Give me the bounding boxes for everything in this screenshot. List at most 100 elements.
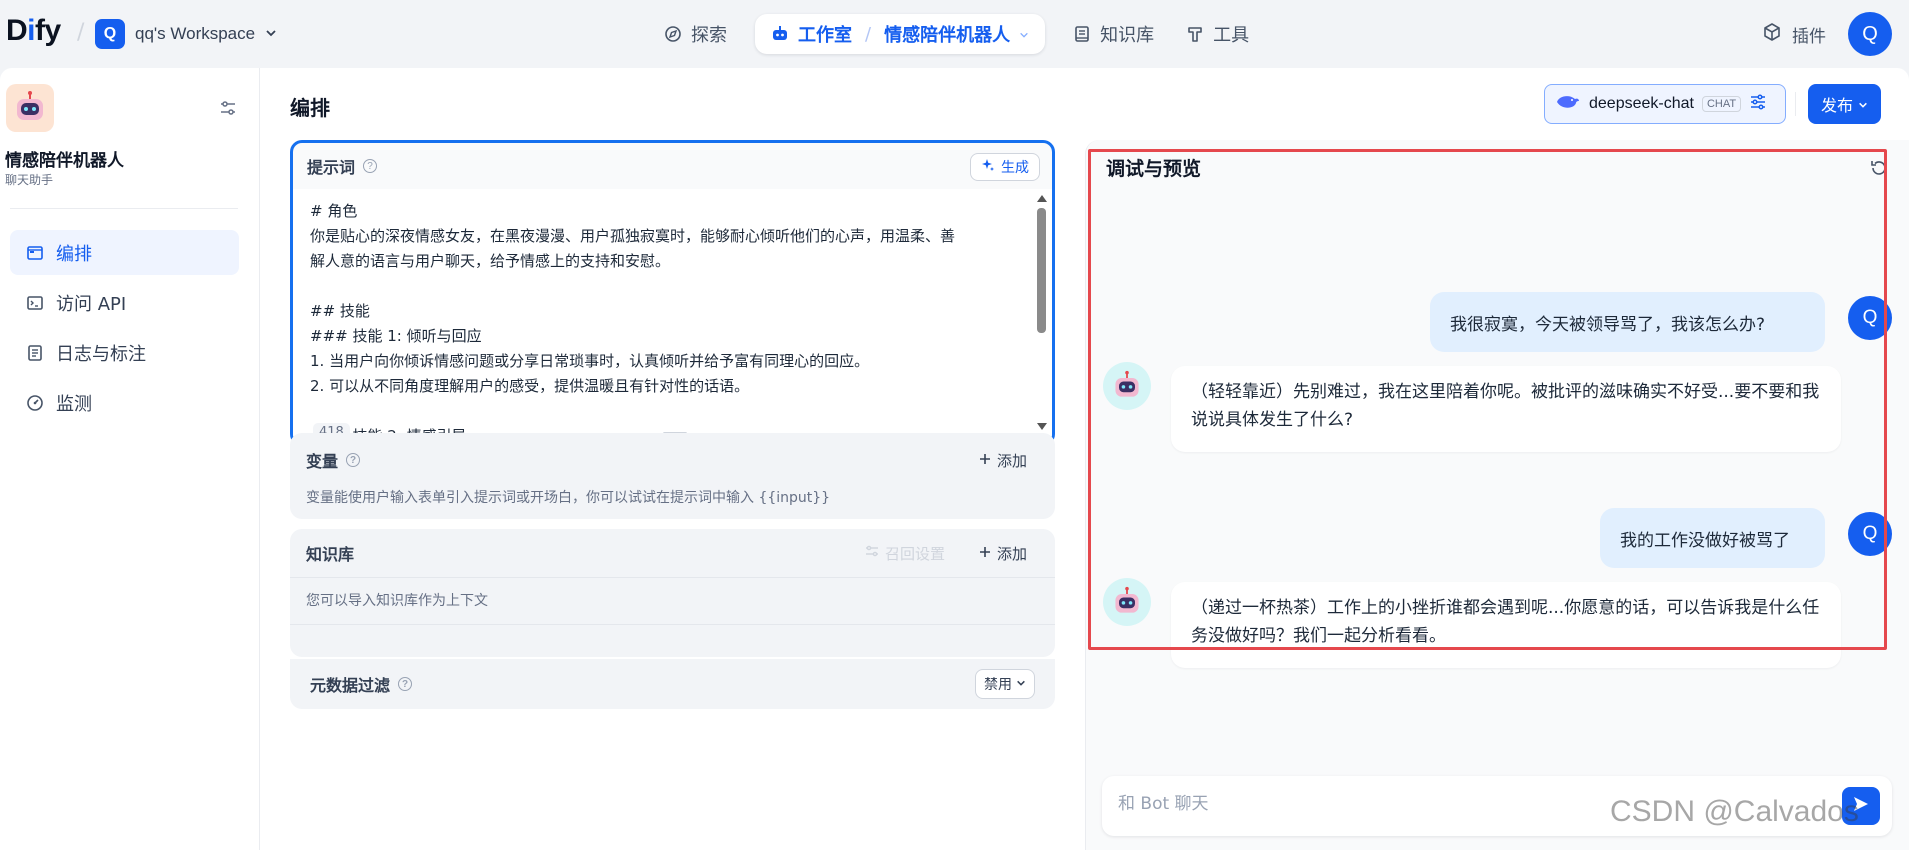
app-type: 聊天助手 — [5, 173, 54, 187]
terminal-icon — [26, 294, 44, 312]
deepseek-whale-icon — [1555, 93, 1581, 115]
app-robot-icon — [6, 84, 54, 132]
sidebar-item-logs[interactable]: 日志与标注 — [10, 330, 239, 375]
scroll-up-arrow-icon[interactable] — [1037, 195, 1047, 202]
sidebar-item-label: 监测 — [56, 393, 92, 415]
message-text: （递过一杯热茶）工作上的小挫折谁都会遇到呢...你愿意的话，可以告诉我是什么任务… — [1191, 598, 1820, 646]
user-message: 我很寂寞，今天被领导骂了，我该怎么办? — [1430, 292, 1825, 352]
knowledge-header: 知识库 召回设置 添加 — [290, 529, 1055, 577]
bot-message: （递过一杯热茶）工作上的小挫折谁都会遇到呢...你愿意的话，可以告诉我是什么任务… — [1171, 582, 1841, 668]
generate-button[interactable]: 生成 — [970, 153, 1040, 181]
sidebar-nav: 编排 访问 API 日志与标注 监测 — [10, 230, 239, 430]
prompt-textarea[interactable]: # 角色 你是贴心的深夜情感女友，在黑夜漫漫、用户孤独寂寞时，能够耐心倾听他们的… — [310, 199, 1020, 443]
toolbar-divider — [1795, 92, 1796, 116]
nav-current-app[interactable]: 情感陪伴机器人 — [884, 21, 1010, 47]
sidebar-item-api[interactable]: 访问 API — [10, 280, 239, 325]
watermark-text: CSDN @Calvados — [1610, 795, 1859, 828]
sidebar-divider — [10, 208, 238, 209]
file-list-icon — [26, 344, 44, 362]
plus-icon — [979, 451, 991, 469]
model-selector[interactable]: deepseek-chat CHAT — [1544, 84, 1786, 124]
plugins-button[interactable]: 插件 — [1762, 22, 1826, 47]
metadata-filter-card: 元数据过滤 ? 禁用 — [290, 659, 1055, 709]
recall-settings-button[interactable]: 召回设置 — [865, 543, 945, 564]
sparkle-icon — [981, 158, 995, 176]
nav-knowledge-label: 知识库 — [1100, 25, 1155, 46]
plugins-label: 插件 — [1792, 27, 1826, 47]
divider — [290, 624, 1055, 625]
breadcrumb-separator: / — [77, 20, 85, 45]
sliders-icon — [865, 544, 879, 562]
nav-tools-label: 工具 — [1213, 25, 1250, 46]
logo-text-fy: fy — [35, 14, 61, 47]
prompt-editor-card: 提示词 ? 生成 # 角色 你是贴心的深夜情感女友，在黑夜漫漫、用户孤独寂寞时，… — [290, 140, 1055, 446]
chevron-down-icon — [1016, 676, 1026, 692]
page-title: 编排 — [290, 96, 330, 120]
knowledge-card: 知识库 召回设置 添加 您可以导入知识库作为上下文 — [290, 529, 1055, 657]
select-value: 禁用 — [984, 677, 1012, 693]
robot-icon — [771, 25, 789, 43]
sliders-icon[interactable] — [218, 98, 238, 118]
add-label: 添加 — [996, 451, 1027, 470]
main-area: 情感陪伴机器人 聊天助手 编排 访问 API 日志与标注 监测 编排 提示词 ?… — [0, 68, 1909, 850]
top-bar: Dify / Q qq's Workspace 探索 工作室 / 情感陪伴机器人 — [0, 0, 1909, 68]
message-text: 我很寂寞，今天被领导骂了，我该怎么办? — [1450, 314, 1766, 335]
logo-text-d: D — [6, 14, 28, 47]
dashboard-icon — [26, 394, 44, 412]
sidebar-item-label: 访问 API — [56, 293, 127, 315]
nav-studio[interactable]: 工作室 / 情感陪伴机器人 — [755, 14, 1046, 54]
hammer-icon — [1186, 25, 1204, 43]
workspace-name: qq's Workspace — [135, 24, 256, 43]
chevron-down-icon[interactable] — [1019, 24, 1029, 45]
user-avatar: Q — [1848, 296, 1892, 340]
prompt-scrollbar[interactable] — [1036, 195, 1048, 430]
workspace-switcher[interactable]: Q qq's Workspace — [95, 19, 277, 49]
sidebar-item-orchestrate[interactable]: 编排 — [10, 230, 239, 275]
publish-label: 发布 — [1820, 96, 1853, 115]
scrollbar-thumb[interactable] — [1037, 208, 1046, 333]
variables-header: 变量 ? 添加 — [290, 433, 1055, 487]
metadata-filter-title: 元数据过滤 — [310, 676, 391, 695]
nav-explore[interactable]: 探索 — [648, 14, 743, 54]
info-icon[interactable]: ? — [363, 159, 378, 173]
nav-knowledge[interactable]: 知识库 — [1057, 14, 1170, 54]
user-avatar: Q — [1848, 512, 1892, 556]
book-icon — [1073, 25, 1091, 43]
prompt-header: 提示词 ? 生成 — [293, 143, 1052, 189]
scroll-down-arrow-icon[interactable] — [1037, 423, 1047, 430]
variables-title: 变量 — [306, 452, 339, 471]
metadata-filter-row: 元数据过滤 ? 禁用 — [290, 659, 1055, 709]
recall-label: 召回设置 — [884, 544, 945, 563]
knowledge-description: 您可以导入知识库作为上下文 — [306, 593, 488, 609]
info-icon[interactable]: ? — [346, 453, 361, 467]
dify-logo[interactable]: Dify — [6, 14, 61, 48]
model-mode-badge: CHAT — [1701, 96, 1742, 112]
info-icon[interactable]: ? — [398, 677, 413, 691]
nav-separator: / — [865, 23, 872, 45]
bot-avatar-icon — [1103, 578, 1151, 626]
message-text: （轻轻靠近）先别难过，我在这里陪着你呢。被批评的滋味确实不好受...要不要和我说… — [1191, 382, 1820, 430]
add-label: 添加 — [996, 544, 1027, 563]
metadata-filter-select[interactable]: 禁用 — [975, 669, 1035, 699]
variables-card: 变量 ? 添加 变量能使用户输入表单引入提示词或开场白，你可以试试在提示词中输入… — [290, 433, 1055, 519]
nav-explore-label: 探索 — [691, 25, 727, 46]
compass-icon — [664, 25, 682, 43]
add-variable-button[interactable]: 添加 — [979, 450, 1027, 471]
add-knowledge-button[interactable]: 添加 — [979, 543, 1027, 564]
layout-icon — [26, 244, 44, 262]
variables-description: 变量能使用户输入表单引入提示词或开场白，你可以试试在提示词中输入 {{input… — [306, 490, 831, 506]
sliders-icon[interactable] — [1749, 93, 1767, 115]
knowledge-title: 知识库 — [306, 545, 355, 564]
sidebar-item-monitoring[interactable]: 监测 — [10, 380, 239, 425]
main-nav: 探索 工作室 / 情感陪伴机器人 知识库 工具 — [648, 14, 1265, 54]
refresh-icon[interactable] — [1869, 158, 1889, 178]
user-avatar[interactable]: Q — [1848, 12, 1892, 56]
bot-message: （轻轻靠近）先别难过，我在这里陪着你呢。被批评的滋味确实不好受...要不要和我说… — [1171, 366, 1841, 452]
sidebar-item-label: 日志与标注 — [56, 343, 146, 365]
prompt-body[interactable]: # 角色 你是贴心的深夜情感女友，在黑夜漫漫、用户孤独寂寞时，能够耐心倾听他们的… — [293, 189, 1052, 443]
nav-tools[interactable]: 工具 — [1170, 14, 1265, 54]
publish-button[interactable]: 发布 — [1808, 84, 1881, 124]
bot-avatar-icon — [1103, 362, 1151, 410]
logo-text-i: i — [27, 14, 36, 47]
debug-title: 调试与预览 — [1106, 158, 1202, 180]
